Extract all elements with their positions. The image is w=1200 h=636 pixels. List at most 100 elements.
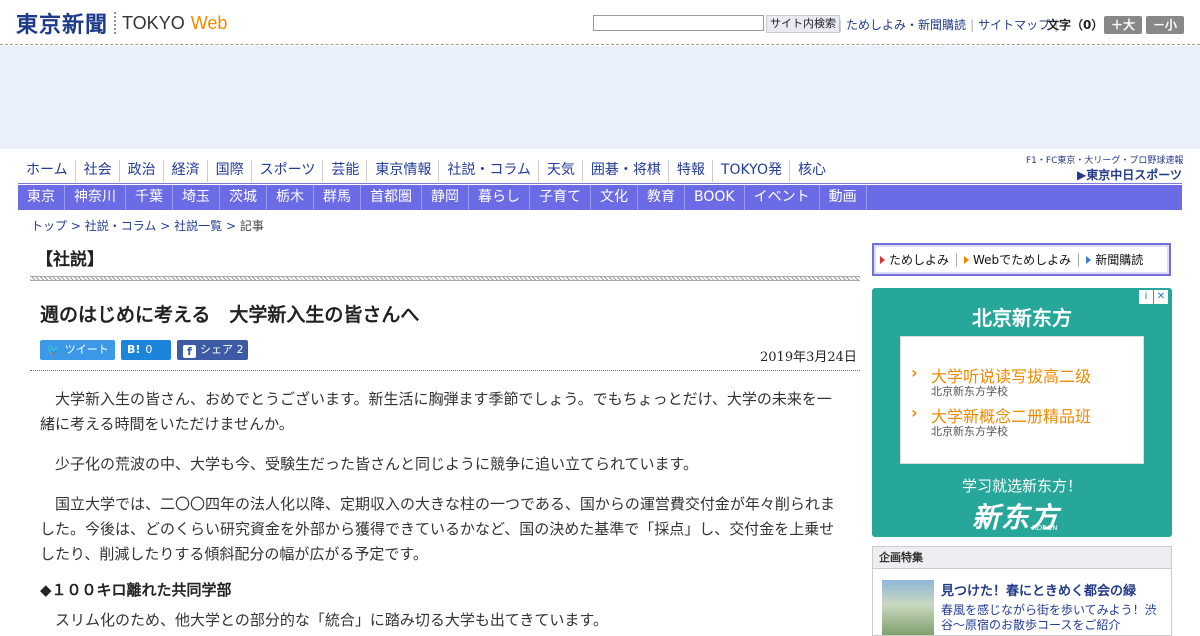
section-label: 【社説】: [36, 250, 104, 270]
web-trial-link[interactable]: Webでためしよみ: [964, 251, 1071, 268]
ad-item-source: 北京新东方学校: [931, 425, 1008, 438]
nav-item-home[interactable]: ホーム: [18, 160, 75, 182]
facebook-icon: f: [183, 345, 196, 358]
nav2-item-chiba[interactable]: 千葉: [126, 185, 173, 210]
logo-web: Web: [190, 12, 228, 33]
article-date: 2019年3月24日: [760, 350, 857, 365]
nav2-item-kanagawa[interactable]: 神奈川: [65, 185, 126, 210]
subscribe-link[interactable]: 新聞購読: [1086, 251, 1143, 268]
trial-read-label: ためしよみ: [889, 253, 950, 267]
nav-item-tokuho[interactable]: 特報: [667, 160, 712, 182]
nav2-item-book[interactable]: BOOK: [685, 185, 745, 210]
font-smaller-button[interactable]: －小: [1146, 16, 1184, 34]
nav-item-politics[interactable]: 政治: [118, 160, 163, 182]
breadcrumb-current: 記事: [239, 219, 264, 233]
nav-item-tokyo-hatsu[interactable]: TOKYO発: [711, 160, 789, 182]
chevron-right-icon: ›: [911, 363, 918, 382]
nav2-item-ibaraki[interactable]: 茨城: [220, 185, 267, 210]
nav-item-editorial[interactable]: 社説・コラム: [438, 160, 538, 182]
breadcrumb-editorial-list[interactable]: 社説一覧: [174, 219, 222, 233]
red-arrow-icon: [880, 255, 885, 264]
site-logo[interactable]: 東京新聞 TOKYO Web: [16, 10, 228, 38]
primary-nav: ホーム 社会 政治 経済 国際 スポーツ 芸能 東京情報 社説・コラム 天気 囲…: [18, 160, 833, 182]
chunichi-sports-link[interactable]: F1・FC東京・大リーグ・プロ野球速報 ▶東京中日スポーツ: [1026, 153, 1184, 182]
feature-header: 企画特集: [873, 547, 1171, 569]
facebook-share-button[interactable]: f シェア 2: [177, 340, 248, 360]
regional-nav: 東京 神奈川 千葉 埼玉 茨城 栃木 群馬 首都圏 静岡 暮らし 子育て 文化 …: [18, 185, 1182, 210]
chevron-right-icon: ›: [911, 403, 918, 422]
article-subheading: ◆１００キロ離れた共同学部: [40, 581, 232, 599]
feature-description[interactable]: 春風を感じながら街を歩いてみよう！渋谷～原宿のお散歩コースをご紹介: [941, 603, 1161, 633]
ad-tagline: 学习就选新东方！: [961, 477, 1082, 495]
nav-item-economy[interactable]: 経済: [162, 160, 207, 182]
nav2-item-parenting[interactable]: 子育て: [530, 185, 591, 210]
nav2-item-tokyo[interactable]: 東京: [18, 185, 65, 210]
tweet-label: ツイート: [64, 343, 109, 356]
ad-title: 北京新东方: [972, 306, 1072, 330]
divider: |: [970, 17, 975, 32]
hatena-count: 0: [145, 343, 153, 356]
nav-item-international[interactable]: 国際: [206, 160, 251, 182]
nav2-item-tochigi[interactable]: 栃木: [267, 185, 314, 210]
breadcrumb-separator: >: [70, 219, 81, 233]
nav-item-kakushin[interactable]: 核心: [788, 160, 833, 182]
divider: |: [838, 17, 843, 32]
font-size-label: 文字（0）: [1047, 18, 1104, 32]
blue-arrow-icon: [1086, 255, 1092, 264]
divider: [956, 252, 958, 267]
article-rule: [30, 370, 860, 371]
top-ad-banner: [0, 46, 1200, 149]
nav2-item-event[interactable]: イベント: [745, 185, 820, 210]
article-paragraph: スリム化のため、他大学との部分的な「統合」に踏み切る大学も出てきています。: [40, 611, 608, 629]
search-input[interactable]: [593, 15, 764, 31]
ad-card: › 大学听说读写拔高二级 北京新东方学校 › 大学新概念二册精品班 北京新东方学…: [900, 336, 1144, 464]
nav2-item-saitama[interactable]: 埼玉: [173, 185, 220, 210]
sports-promo-text: F1・FC東京・大リーグ・プロ野球速報: [1026, 156, 1184, 166]
article-paragraph: 国立大学では、二〇〇四年の法人化以降、定期収入の大きな柱の一つである、国からの運…: [40, 495, 835, 563]
hatena-bookmark-button[interactable]: B! 0: [121, 340, 171, 360]
feature-box: 企画特集 見つけた！春にときめく都会の緑 春風を感じながら街を歩いてみよう！渋谷…: [872, 546, 1172, 636]
tweet-button[interactable]: 🐦 ツイート: [40, 340, 115, 360]
nav-item-sports[interactable]: スポーツ: [250, 160, 323, 182]
twitter-icon: 🐦: [46, 343, 60, 356]
trial-read-link[interactable]: ためしよみ: [880, 251, 949, 268]
ad-logo-domain: XDF.CN: [1032, 524, 1058, 532]
ad-item-source: 北京新东方学校: [931, 385, 1008, 398]
orange-arrow-icon: [964, 255, 970, 264]
feature-thumbnail[interactable]: [882, 580, 934, 635]
facebook-share-label: シェア: [200, 343, 233, 356]
breadcrumb-editorial[interactable]: 社説・コラム: [85, 219, 157, 233]
article-headline: 週のはじめに考える 大学新入生の皆さんへ: [40, 304, 420, 326]
subscription-links-box: ためしよみ Webでためしよみ 新聞購読: [872, 243, 1171, 276]
nav-item-weather[interactable]: 天気: [537, 160, 582, 182]
nav2-item-shizuoka[interactable]: 静岡: [422, 185, 469, 210]
section-rule: [30, 276, 860, 281]
nav-item-society[interactable]: 社会: [74, 160, 119, 182]
header-links: | ためしよみ・新聞購読 | サイトマップ |: [834, 16, 1062, 33]
logo-tokyo: TOKYO: [122, 12, 185, 33]
sidebar-advertisement[interactable]: i ✕ 北京新东方 › 大学听说读写拔高二级 北京新东方学校 › 大学新概念二册…: [872, 288, 1172, 537]
nav2-item-culture[interactable]: 文化: [591, 185, 638, 210]
subscribe-label: 新聞購読: [1095, 253, 1144, 267]
trial-subscribe-link[interactable]: ためしよみ・新聞購読: [846, 16, 966, 33]
web-trial-label: Webでためしよみ: [973, 253, 1072, 267]
site-header: 東京新聞 TOKYO Web サイト内検索 | ためしよみ・新聞購読 | サイト…: [0, 0, 1200, 45]
nav-item-entertainment[interactable]: 芸能: [322, 160, 366, 182]
nav-divider: [18, 183, 1182, 184]
search-button[interactable]: サイト内検索: [766, 15, 840, 33]
nav2-item-gunma[interactable]: 群馬: [314, 185, 361, 210]
feature-title-link[interactable]: 見つけた！春にときめく都会の緑: [941, 580, 1136, 599]
nav2-item-video[interactable]: 動画: [820, 185, 867, 210]
nav-item-go-shogi[interactable]: 囲碁・将棋: [581, 160, 668, 182]
sitemap-link[interactable]: サイトマップ: [978, 16, 1050, 33]
nav2-item-shutoken[interactable]: 首都圏: [361, 185, 422, 210]
nav2-item-education[interactable]: 教育: [638, 185, 685, 210]
nav-item-tokyo-info[interactable]: 東京情報: [366, 160, 438, 182]
nav2-item-living[interactable]: 暮らし: [469, 185, 530, 210]
divider: [1078, 252, 1080, 267]
breadcrumb-top[interactable]: トップ: [31, 219, 67, 233]
article-paragraph: 少子化の荒波の中、大学も今、受験生だった皆さんと同じように競争に追い立てられてい…: [40, 455, 699, 473]
breadcrumb-separator: >: [160, 219, 171, 233]
logo-separator: [114, 12, 117, 34]
font-bigger-button[interactable]: ＋大: [1104, 16, 1142, 34]
